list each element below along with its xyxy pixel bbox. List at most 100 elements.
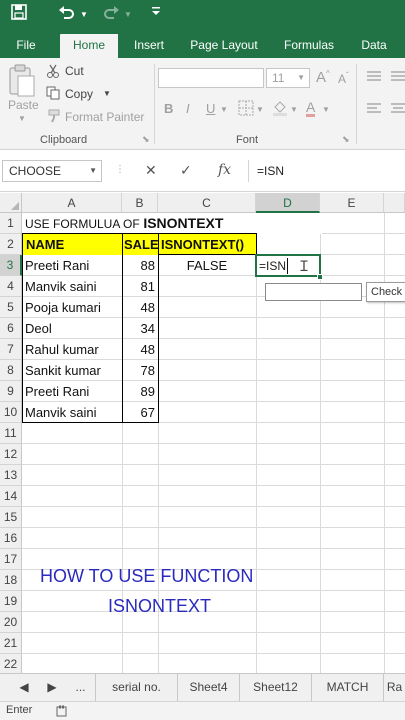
cut-label[interactable]: Cut [65,64,84,78]
row-header[interactable]: 11 [0,423,22,444]
row-header[interactable]: 7 [0,339,22,360]
paste-icon[interactable] [6,64,36,98]
insert-function-icon[interactable]: fx [218,162,231,178]
column-header-f[interactable] [384,193,405,213]
align-middle-icon[interactable] [390,70,405,87]
active-cell-editor[interactable]: =ISN [259,257,286,276]
row-header[interactable]: 10 [0,402,22,423]
cell-name[interactable]: Manvik saini [22,402,122,423]
copy-icon[interactable] [46,86,60,103]
save-icon[interactable] [8,4,30,27]
borders-icon[interactable] [238,100,254,119]
row-header[interactable]: 12 [0,444,22,465]
underline-dropdown-icon[interactable]: ▼ [220,105,228,114]
paste-dropdown-icon[interactable]: ▼ [18,114,26,123]
fill-color-dropdown-icon[interactable]: ▼ [290,105,298,114]
sheet-tab[interactable]: Sheet12 [240,674,312,701]
cell-name[interactable]: Preeti Rani [22,255,122,276]
align-center-icon[interactable] [390,102,405,119]
tab-home[interactable]: Home [60,34,118,58]
redo-dropdown-icon[interactable]: ▼ [122,4,134,26]
row-header[interactable]: 5 [0,297,22,318]
autocomplete-list[interactable] [265,283,362,301]
tab-page-layout[interactable]: Page Layout [182,32,266,58]
header-cell-sale[interactable]: SALE [123,234,159,255]
font-color-dropdown-icon[interactable]: ▼ [322,105,330,114]
column-header-c[interactable]: C [158,193,256,213]
copy-dropdown-icon[interactable]: ▼ [103,89,111,98]
scroll-tabs-left-icon[interactable]: ◀ [10,674,38,701]
scroll-tabs-right-icon[interactable]: ▶ [38,674,66,701]
cell-sale[interactable]: 48 [122,339,158,360]
cut-icon[interactable] [46,64,60,81]
more-tabs-button[interactable]: ... [66,674,96,701]
cell-name[interactable]: Sankit kumar [22,360,122,381]
row-header[interactable]: 2 [0,234,22,255]
cell-sale[interactable]: 48 [122,297,158,318]
cell-isnontext-result[interactable]: FALSE [158,255,256,276]
sheet-tab[interactable]: Ra [384,674,405,701]
row-header[interactable]: 8 [0,360,22,381]
tab-data[interactable]: Data [352,32,396,58]
row-header[interactable]: 19 [0,591,22,612]
column-header-b[interactable]: B [122,193,158,213]
paste-label[interactable]: Paste [8,98,39,112]
header-cell-name[interactable]: NAME [23,234,122,255]
name-box-dropdown-icon[interactable]: ▼ [89,161,97,181]
grow-font-icon[interactable]: A^ [316,69,330,86]
column-header-e[interactable]: E [320,193,384,213]
row-header[interactable]: 4 [0,276,22,297]
font-launcher-icon[interactable]: ⬊ [342,134,350,145]
fill-color-icon[interactable] [272,100,288,119]
cell-sale[interactable]: 81 [122,276,158,297]
redo-icon[interactable] [100,4,122,27]
tab-insert[interactable]: Insert [124,32,174,58]
font-name-box[interactable] [158,68,264,88]
undo-icon[interactable] [56,4,78,27]
row-header[interactable]: 17 [0,549,22,570]
row-header[interactable]: 20 [0,612,22,633]
active-cell-d3[interactable]: =ISN Ｉ [255,254,321,277]
row-header[interactable]: 18 [0,570,22,591]
name-box[interactable]: CHOOSE ▼ [2,160,102,182]
row-header[interactable]: 16 [0,528,22,549]
row-header[interactable]: 14 [0,486,22,507]
cell-name[interactable]: Rahul kumar [22,339,122,360]
shrink-font-icon[interactable]: Aˇ [338,71,349,86]
font-size-box[interactable]: 11 ▼ [266,68,310,88]
tab-formulas[interactable]: Formulas [276,32,342,58]
format-painter-icon[interactable] [46,109,60,126]
sheet-tab[interactable]: serial no. [96,674,178,701]
clipboard-launcher-icon[interactable]: ⬊ [142,134,150,145]
row-header[interactable]: 21 [0,633,22,654]
row-header[interactable]: 13 [0,465,22,486]
underline-button[interactable]: U [206,101,215,116]
align-left-icon[interactable] [366,102,382,119]
spreadsheet-grid[interactable]: A B C D E 1 2 3 4 5 6 7 8 9 10 11 12 13 … [0,193,405,673]
cell-name[interactable]: Pooja kumari [22,297,122,318]
cell-name[interactable]: Manvik saini [22,276,122,297]
customize-qat-icon[interactable] [148,4,164,26]
font-color-icon[interactable]: A [306,100,316,117]
formula-input[interactable]: =ISN [248,160,405,182]
bold-button[interactable]: B [164,101,173,116]
macro-recording-icon[interactable] [56,705,68,720]
select-all-button[interactable] [0,193,22,213]
row-header[interactable]: 22 [0,654,22,673]
column-header-d[interactable]: D [256,193,320,213]
cell-sale[interactable]: 34 [122,318,158,339]
sheet-title[interactable]: USE FORMULUA OF ISNONTEXT [22,213,322,234]
cell-sale[interactable]: 67 [122,402,158,423]
tab-file[interactable]: File [6,32,46,58]
cell-sale[interactable]: 89 [122,381,158,402]
undo-dropdown-icon[interactable]: ▼ [78,4,90,26]
copy-label[interactable]: Copy [65,87,93,101]
cell-sale[interactable]: 88 [122,255,158,276]
formula-bar-menu-icon[interactable]: ⋮ [115,164,125,175]
sheet-tab[interactable]: Sheet4 [178,674,240,701]
sheet-tab[interactable]: MATCH [312,674,384,701]
row-header[interactable]: 15 [0,507,22,528]
header-cell-isnontext[interactable]: ISNONTEXT() [159,234,256,255]
cell-name[interactable]: Deol [22,318,122,339]
font-size-dropdown-icon[interactable]: ▼ [297,73,305,82]
